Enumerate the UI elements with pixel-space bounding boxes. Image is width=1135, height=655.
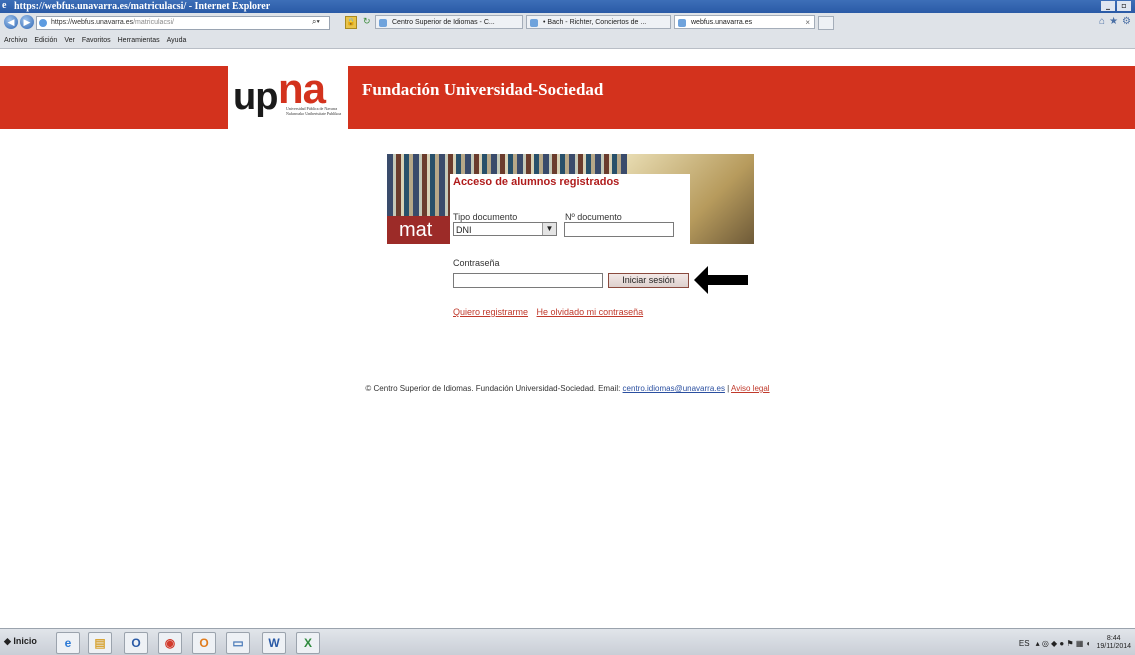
tab-centro-superior[interactable]: Centro Superior de Idiomas - C... [375,15,523,29]
ie-taskbar-icon[interactable]: e [56,632,80,654]
tab-bach[interactable]: • Bach - Richter, Conciertos de ... [526,15,671,29]
system-clock[interactable]: 8:44 19/11/2014 [1096,635,1131,651]
settings-gear-icon[interactable]: ⚙ [1122,16,1131,27]
tab-favicon-icon [379,19,387,27]
logo-up-text: up [233,76,278,118]
tab-favicon-icon [678,19,686,27]
system-tray: ES ▴ ◎ ◆ ● ⚑ ▦ ◖ 8:44 19/11/2014 [1019,635,1131,651]
tab-webfus[interactable]: webfus.unavarra.es × [674,15,815,29]
start-button[interactable]: ◆ Inicio [4,636,37,647]
doc-type-value: DNI [456,225,472,235]
doc-type-label: Tipo documento [453,212,518,222]
clock-date: 19/11/2014 [1096,643,1131,650]
upna-logo: up na Universidad Pública de Navarra Naf… [228,66,348,129]
window-title: https://webfus.unavarra.es/matriculacsi/… [14,1,271,12]
login-form-title: Acceso de alumnos registrados [453,176,620,188]
tab-favicon-icon [530,19,538,27]
excel-taskbar-icon[interactable]: X [296,632,320,654]
legal-notice-link[interactable]: Aviso legal [731,384,770,393]
page-title: Fundación Universidad-Sociedad [362,80,604,99]
office-taskbar-icon[interactable]: O [192,632,216,654]
restore-button[interactable]: ▫ [1117,1,1131,11]
language-indicator[interactable]: ES [1019,639,1030,648]
clock-time: 8:44 [1106,635,1121,642]
footer-email-link[interactable]: centro.idiomas@unavarra.es [623,384,725,393]
chevron-down-icon[interactable]: ▼ [542,223,556,235]
outlook-taskbar-icon[interactable]: O [124,632,148,654]
forward-button[interactable]: ▶ [20,15,34,29]
explorer-taskbar-icon[interactable]: ▤ [88,632,112,654]
minimize-button[interactable]: _ [1101,1,1115,11]
back-button[interactable]: ◀ [4,15,18,29]
tab-label: webfus.unavarra.es [691,19,753,26]
menu-archivo[interactable]: Archivo [4,37,27,44]
menu-ayuda[interactable]: Ayuda [167,37,187,44]
refresh-icon[interactable]: ↻ [363,16,371,27]
new-tab-button[interactable] [818,16,834,30]
home-icon[interactable]: ⌂ [1099,16,1105,27]
address-bar[interactable]: https://webfus.unavarra.es/matriculacsi/ [36,16,330,30]
doc-number-input[interactable] [564,222,674,237]
password-label: Contraseña [453,258,500,268]
form-links: Quiero registrarme He olvidado mi contra… [453,307,649,317]
logo-na-text: na [278,65,326,112]
footer-text: © Centro Superior de Idiomas. Fundación … [365,384,623,393]
chrome-taskbar-icon[interactable]: ◉ [158,632,182,654]
menu-edicion[interactable]: Edición [34,37,57,44]
close-tab-icon[interactable]: × [805,16,810,28]
windows-taskbar: ◆ Inicio e ▤ O ◉ O ▭ W X ES ▴ ◎ ◆ ● ⚑ ▦ … [0,628,1135,655]
picture-viewer-taskbar-icon[interactable]: ▭ [226,632,250,654]
menu-favoritos[interactable]: Favoritos [82,37,111,44]
arrow-left-icon [694,266,748,294]
start-label: Inicio [13,636,37,646]
window-titlebar: e https://webfus.unavarra.es/matriculacs… [0,0,1135,13]
logo-subtitle-2: Nafarroako Unibertsitate Publikoa [286,111,342,116]
login-button[interactable]: Iniciar sesión [608,273,689,288]
ie-logo-icon: e [2,0,7,11]
site-favicon-icon [39,19,47,27]
lock-icon[interactable]: 🔒 [345,16,357,29]
tab-label: • Bach - Richter, Conciertos de ... [543,19,647,26]
logo-subtitle: Universidad Pública de Navarra Nafarroak… [286,106,341,116]
password-input[interactable] [453,273,603,288]
word-taskbar-icon[interactable]: W [262,632,286,654]
forgot-password-link[interactable]: He olvidado mi contraseña [537,307,644,317]
doc-number-label: Nº documento [565,212,622,222]
address-domain: https://webfus.unavarra.es [51,19,134,26]
address-path: /matriculacsi/ [133,19,174,26]
menu-bar: Archivo Edición Ver Favoritos Herramient… [4,37,186,44]
mat-text: mat [387,216,453,244]
browser-toolbar: ◀ ▶ https://webfus.unavarra.es/matricula… [0,13,1135,49]
menu-herramientas[interactable]: Herramientas [118,37,160,44]
favorites-star-icon[interactable]: ★ [1109,16,1118,27]
page-footer: © Centro Superior de Idiomas. Fundación … [0,384,1135,393]
search-dropdown-icon[interactable]: ⌕▾ [312,17,320,27]
tab-label: Centro Superior de Idiomas - C... [392,19,495,26]
tray-icons[interactable]: ▴ ◎ ◆ ● ⚑ ▦ ◖ [1036,639,1091,648]
menu-ver[interactable]: Ver [64,37,75,44]
window-controls: _ ▫ [1101,1,1131,11]
doc-type-select[interactable]: DNI ▼ [453,222,557,236]
toolbar-right-icons: ⌂ ★ ⚙ [1099,16,1131,27]
register-link[interactable]: Quiero registrarme [453,307,528,317]
